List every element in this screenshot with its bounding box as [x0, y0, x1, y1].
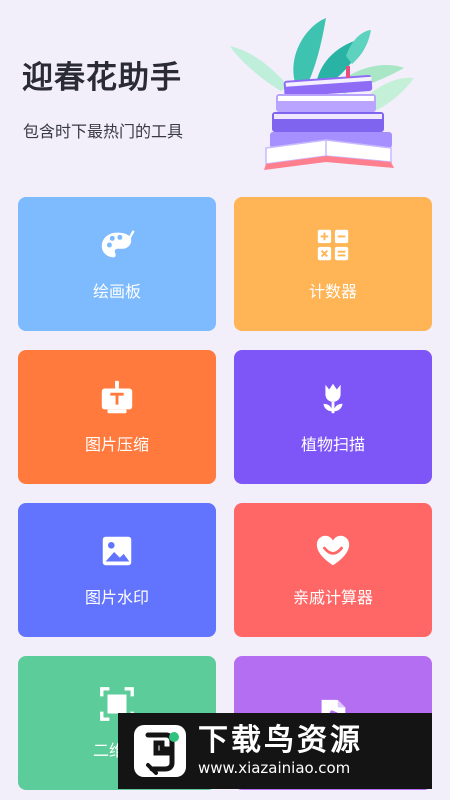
watermark-title: 下载鸟资源 — [198, 723, 363, 758]
heart-smile-icon — [316, 535, 350, 566]
app-title: 迎春花助手 — [22, 60, 182, 96]
books-illustration — [230, 18, 414, 170]
tool-tile-counter[interactable]: 计数器 — [234, 197, 432, 331]
header: 迎春花助手 包含时下最热门的工具 — [0, 0, 450, 180]
tool-tile-relative-calculator[interactable]: 亲戚计算器 — [234, 503, 432, 637]
picture-icon — [102, 536, 132, 566]
watermark-url: www.xiazainiao.com — [198, 759, 351, 777]
bird-logo-icon — [134, 725, 186, 777]
image-compress-icon — [101, 380, 133, 414]
tool-tile-plant-scan[interactable]: 植物扫描 — [234, 350, 432, 484]
tool-tile-drawing-board[interactable]: 绘画板 — [18, 197, 216, 331]
watermark-text: 下载鸟资源 www.xiazainiao.com — [198, 724, 363, 778]
tool-label: 亲戚计算器 — [292, 588, 373, 607]
tool-label: 绘画板 — [92, 282, 141, 301]
calculator-icon — [317, 229, 349, 261]
palette-icon — [101, 230, 135, 258]
flower-icon — [323, 383, 343, 414]
tool-tile-image-compress[interactable]: 图片压缩 — [18, 350, 216, 484]
tool-tile-image-watermark[interactable]: 图片水印 — [18, 503, 216, 637]
tool-label: 植物扫描 — [300, 435, 365, 454]
tool-label: 计数器 — [308, 282, 357, 301]
app-subtitle: 包含时下最热门的工具 — [23, 122, 184, 141]
watermark-banner: 下载鸟资源 www.xiazainiao.com — [118, 713, 432, 789]
tool-label: 图片水印 — [84, 588, 149, 607]
tool-label: 图片压缩 — [84, 435, 149, 454]
